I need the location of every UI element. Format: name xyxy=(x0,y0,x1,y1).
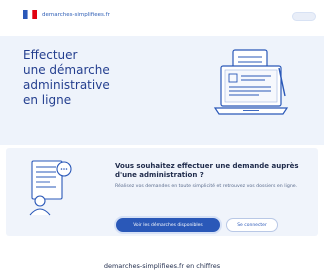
hero-title-line-4: en ligne xyxy=(23,93,72,107)
laptop-document-illustration xyxy=(213,49,289,115)
card-title: Vous souhaitez effectuer une demande aup… xyxy=(115,162,299,179)
french-flag-icon xyxy=(23,10,37,19)
header-menu-button[interactable] xyxy=(292,12,316,21)
header: demarches-simplifiees.fr xyxy=(0,0,324,36)
brand-logo-link[interactable]: demarches-simplifiees.fr xyxy=(23,10,110,19)
action-card: Vous souhaitez effectuer une demande aup… xyxy=(6,148,318,236)
hero-title-line-1: Effectuer xyxy=(23,48,78,62)
hero-banner: Effectuer une démarche administrative en… xyxy=(0,36,324,145)
login-button[interactable]: Se connecter xyxy=(226,218,278,232)
stats-heading: demarches-simplifiees.fr en chiffres xyxy=(103,262,221,270)
browse-procedures-button[interactable]: Voir les démarches disponibles xyxy=(116,218,220,232)
hero-title-line-2: une démarche xyxy=(23,63,110,77)
card-description: Réalisez vos demandes en toute simplicit… xyxy=(115,184,298,189)
form-user-illustration xyxy=(29,160,72,216)
hero-title: Effectuer une démarche administrative en… xyxy=(23,48,143,108)
hero-title-line-3: administrative xyxy=(23,78,110,92)
section-divider xyxy=(0,145,324,146)
brand-name: demarches-simplifiees.fr xyxy=(42,11,110,18)
